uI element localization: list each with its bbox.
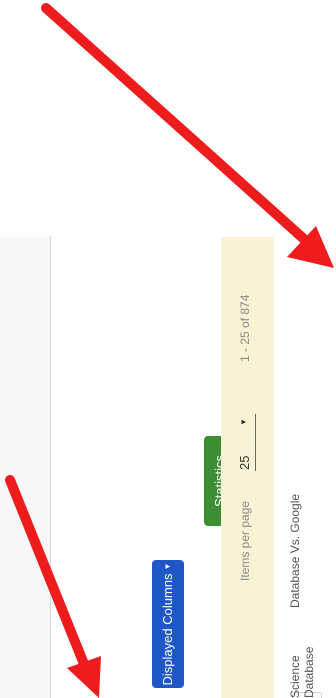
- table-header-row: Science Database Database Vs. Google: [274, 0, 336, 698]
- column-header-database-vs-google[interactable]: Database Vs. Google: [288, 494, 302, 608]
- toolbar: Displayed Columns▼ Statistics: [51, 237, 236, 698]
- caret-down-icon: ▼: [163, 562, 172, 571]
- dropdown-caret-icon[interactable]: ▼: [239, 418, 248, 426]
- items-per-page-label: Items per page: [238, 500, 252, 581]
- pagination-bar: Items per page 25 ▼ 1 - 25 of 874: [221, 237, 274, 698]
- page-size-underline: [255, 414, 256, 471]
- top-gray-panel: [0, 236, 51, 698]
- column-header-science-database[interactable]: Science Database: [288, 618, 316, 698]
- screen: Displayed Columns▼ Statistics Items per …: [0, 0, 336, 698]
- pagination-range: 1 - 25 of 874: [238, 294, 252, 362]
- rotated-page: Displayed Columns▼ Statistics Items per …: [0, 0, 336, 698]
- blank-area: [0, 0, 50, 237]
- page-size-select[interactable]: 25: [237, 456, 252, 470]
- displayed-columns-button[interactable]: Displayed Columns ▼: [152, 560, 184, 688]
- displayed-columns-label: Displayed Columns: [160, 573, 175, 686]
